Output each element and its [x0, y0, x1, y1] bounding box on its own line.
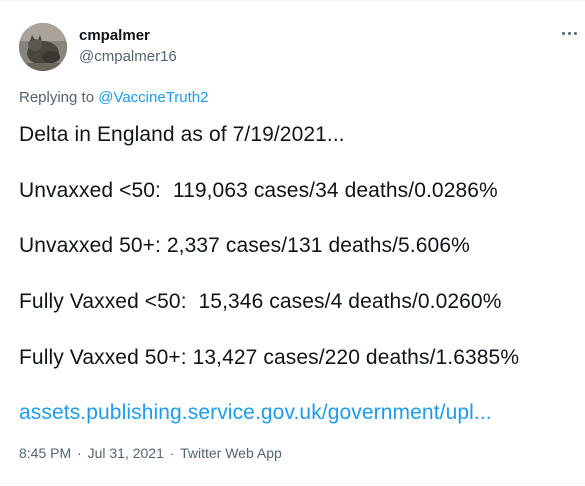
tweet-text-line: Delta in England as of 7/19/2021...: [19, 123, 345, 146]
tweet-date[interactable]: Jul 31, 2021: [88, 445, 164, 461]
reply-context: Replying to @VaccineTruth2: [19, 89, 209, 106]
tweet-text-line: Fully Vaxxed <50: 15,346 cases/4 deaths/…: [19, 290, 502, 313]
reply-mention-link[interactable]: @VaccineTruth2: [98, 89, 208, 106]
avatar[interactable]: [19, 23, 67, 71]
bottom-divider: [0, 483, 585, 484]
ellipsis-icon: [562, 32, 565, 35]
ellipsis-icon: [568, 32, 571, 35]
tweet-text-line: Fully Vaxxed 50+: 13,427 cases/220 death…: [19, 346, 520, 369]
more-options-button[interactable]: [558, 26, 582, 42]
tweet-text-line: Unvaxxed 50+: 2,337 cases/131 deaths/5.6…: [19, 234, 470, 257]
tweet-text-line: Unvaxxed <50: 119,063 cases/34 deaths/0.…: [19, 179, 498, 202]
tweet-source-app[interactable]: Twitter Web App: [180, 445, 282, 461]
top-divider: [0, 0, 585, 1]
tweet-time[interactable]: 8:45 PM: [19, 445, 71, 461]
tweet-link[interactable]: assets.publishing.service.gov.uk/governm…: [19, 401, 492, 425]
author-handle[interactable]: @cmpalmer16: [79, 48, 177, 65]
meta-separator: ·: [77, 445, 82, 461]
author-display-name[interactable]: cmpalmer: [79, 27, 150, 44]
profile-photo-icon: [19, 23, 67, 71]
tweet-metadata: 8:45 PM · Jul 31, 2021 · Twitter Web App: [19, 445, 282, 461]
ellipsis-icon: [574, 32, 577, 35]
reply-context-prefix: Replying to: [19, 89, 95, 106]
meta-separator: ·: [169, 445, 175, 461]
